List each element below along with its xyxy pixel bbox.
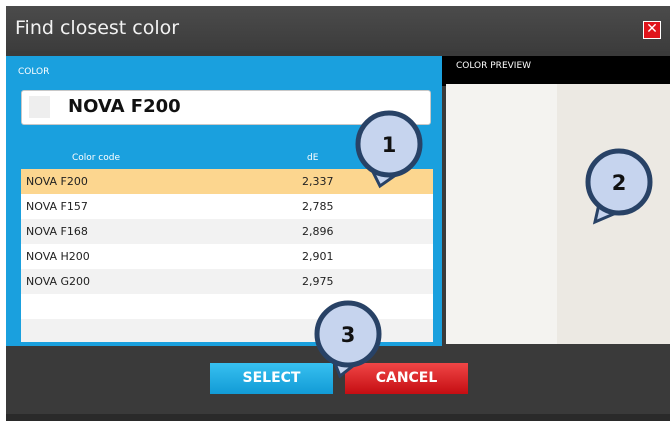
row-de-value: 2,337 xyxy=(302,175,334,188)
table-row[interactable]: NOVA G200 2,975 xyxy=(21,269,433,294)
dialog-title: Find closest color xyxy=(15,17,180,39)
callout-3: 3 xyxy=(314,300,382,379)
row-de-value: 2,785 xyxy=(302,200,334,213)
row-de-value: 2,975 xyxy=(302,275,334,288)
row-color-code: NOVA F200 xyxy=(26,175,88,188)
preview-swatch-light xyxy=(446,84,557,344)
column-header-color-code[interactable]: Color code xyxy=(21,153,171,163)
title-bar: Find closest color ✕ xyxy=(6,6,670,51)
row-color-code: NOVA H200 xyxy=(26,250,90,263)
preview-header: COLOR PREVIEW xyxy=(442,56,670,86)
color-label: COLOR xyxy=(18,67,50,77)
callout-2-label: 2 xyxy=(612,171,627,195)
row-color-code: NOVA F157 xyxy=(26,200,88,213)
table-row[interactable]: NOVA H200 2,901 xyxy=(21,244,433,269)
table-row[interactable]: NOVA F168 2,896 xyxy=(21,219,433,244)
column-header-de[interactable]: dE xyxy=(307,153,318,163)
row-de-value: 2,901 xyxy=(302,250,334,263)
bottom-strip xyxy=(6,414,670,421)
color-swatch xyxy=(29,96,50,118)
callout-1: 1 xyxy=(355,110,423,189)
callout-1-label: 1 xyxy=(382,133,397,157)
row-color-code: NOVA G200 xyxy=(26,275,91,288)
preview-label: COLOR PREVIEW xyxy=(456,61,532,71)
row-de-value: 2,896 xyxy=(302,225,334,238)
color-value: NOVA F200 xyxy=(68,96,181,117)
table-row[interactable]: NOVA F157 2,785 xyxy=(21,194,433,219)
callout-2: 2 xyxy=(585,148,653,225)
callout-3-label: 3 xyxy=(341,323,356,347)
close-icon[interactable]: ✕ xyxy=(643,21,661,39)
row-color-code: NOVA F168 xyxy=(26,225,88,238)
